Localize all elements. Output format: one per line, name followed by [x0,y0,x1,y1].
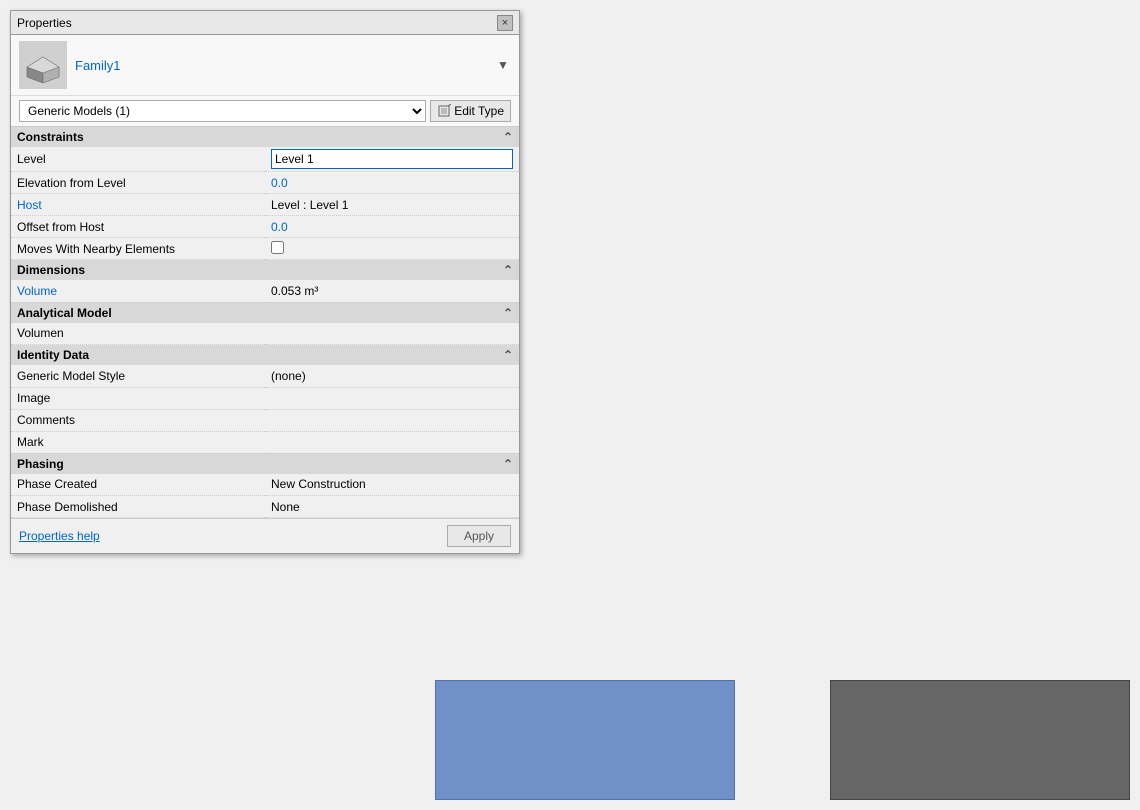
prop-value-constraints-4[interactable] [265,238,519,260]
edit-type-button[interactable]: Edit Type [430,100,511,122]
prop-value-constraints-3: 0.0 [265,216,519,238]
edit-type-label: Edit Type [454,104,504,118]
blue-rectangle [435,680,735,800]
collapse-icon-constraints: ⌃ [503,130,513,144]
prop-label-phasing-0: Phase Created [11,474,265,496]
prop-row-constraints-2: HostLevel : Level 1 [11,194,519,216]
prop-value-phasing-1: None [265,496,519,518]
prop-row-phasing-1: Phase DemolishedNone [11,496,519,518]
prop-checkbox-constraints-4[interactable] [271,241,284,254]
prop-value-phasing-0: New Construction [265,474,519,496]
collapse-icon-analytical_model: ⌃ [503,306,513,320]
prop-row-dimensions-0: Volume0.053 m³ [11,280,519,302]
section-header-phasing[interactable]: Phasing ⌃ [11,453,519,474]
prop-label-identity_data-0: Generic Model Style [11,365,265,387]
prop-input-constraints-0[interactable] [271,149,513,169]
prop-label-analytical_model-0: Volumen [11,323,265,345]
prop-row-constraints-4: Moves With Nearby Elements [11,238,519,260]
panel-titlebar: Properties × [11,11,519,35]
collapse-icon-identity_data: ⌃ [503,348,513,362]
prop-value-analytical_model-0 [265,323,519,345]
prop-value-constraints-1: 0.0 [265,172,519,194]
properties-panel: Properties × Family1 ▼ Generic Models (1… [10,10,520,554]
prop-label-constraints-2: Host [11,194,265,216]
prop-row-constraints-3: Offset from Host0.0 [11,216,519,238]
collapse-icon-phasing: ⌃ [503,457,513,471]
section-header-constraints[interactable]: Constraints ⌃ [11,127,519,147]
prop-label-constraints-0: Level [11,147,265,172]
family-dropdown-button[interactable]: ▼ [495,57,511,73]
prop-row-constraints-1: Elevation from Level0.0 [11,172,519,194]
edit-type-icon [437,104,451,118]
prop-label-identity_data-3: Mark [11,431,265,453]
section-header-dimensions[interactable]: Dimensions ⌃ [11,260,519,281]
prop-row-identity_data-3: Mark [11,431,519,453]
prop-value-identity_data-0: (none) [265,365,519,387]
prop-label-constraints-4: Moves With Nearby Elements [11,238,265,260]
prop-value-dimensions-0: 0.053 m³ [265,280,519,302]
prop-value-identity_data-3 [265,431,519,453]
prop-label-identity_data-1: Image [11,387,265,409]
prop-value-identity_data-2 [265,409,519,431]
properties-container: Constraints ⌃ LevelElevation from Level0… [11,127,519,518]
family-name: Family1 [75,58,487,73]
prop-value-constraints-0[interactable] [265,147,519,172]
dark-rectangle [830,680,1130,800]
prop-value-identity_data-1 [265,387,519,409]
prop-row-analytical_model-0: Volumen [11,323,519,345]
family-icon [19,41,67,89]
prop-value-constraints-2: Level : Level 1 [265,194,519,216]
prop-row-phasing-0: Phase CreatedNew Construction [11,474,519,496]
prop-row-identity_data-2: Comments [11,409,519,431]
family-row: Family1 ▼ [11,35,519,96]
family-thumbnail [23,47,63,83]
close-button[interactable]: × [497,15,513,31]
type-select[interactable]: Generic Models (1) [19,100,426,122]
type-row: Generic Models (1) Edit Type [11,96,519,127]
prop-row-identity_data-0: Generic Model Style(none) [11,365,519,387]
properties-table: Constraints ⌃ LevelElevation from Level0… [11,127,519,518]
prop-label-constraints-1: Elevation from Level [11,172,265,194]
collapse-icon-dimensions: ⌃ [503,263,513,277]
panel-footer: Properties help Apply [11,518,519,553]
panel-title: Properties [17,16,72,30]
properties-help-link[interactable]: Properties help [19,529,100,543]
apply-button[interactable]: Apply [447,525,511,547]
prop-row-constraints-0: Level [11,147,519,172]
prop-label-identity_data-2: Comments [11,409,265,431]
prop-label-dimensions-0: Volume [11,280,265,302]
prop-label-phasing-1: Phase Demolished [11,496,265,518]
prop-row-identity_data-1: Image [11,387,519,409]
section-header-identity_data[interactable]: Identity Data ⌃ [11,345,519,366]
section-header-analytical_model[interactable]: Analytical Model ⌃ [11,302,519,323]
prop-label-constraints-3: Offset from Host [11,216,265,238]
